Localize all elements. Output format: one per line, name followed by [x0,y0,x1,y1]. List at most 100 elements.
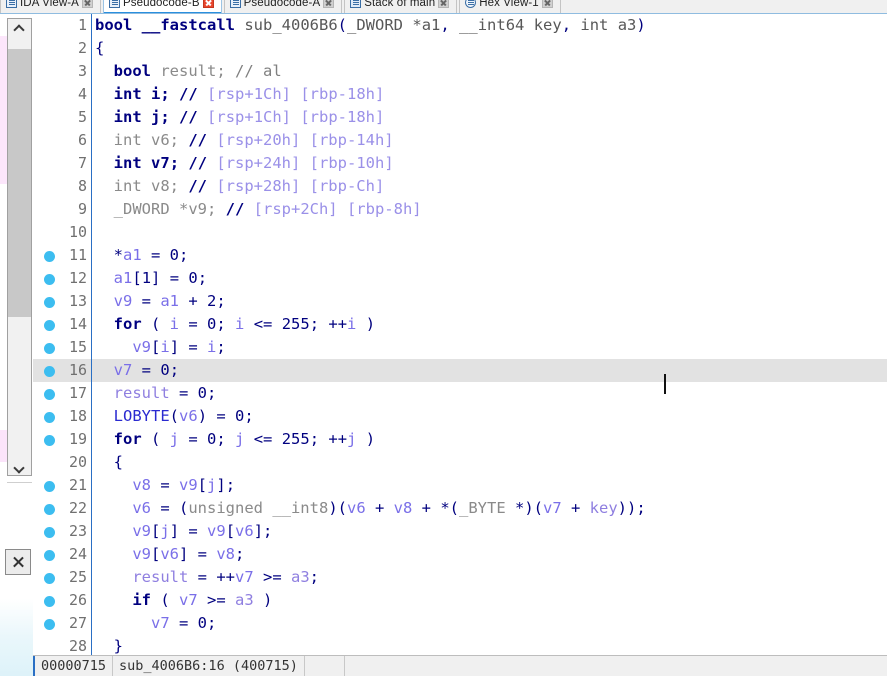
code-text[interactable]: bool __fastcall sub_4006B6(_DWORD *a1, _… [91,14,887,37]
view-tab-4[interactable]: Stack of main [344,0,458,13]
view-tab-2[interactable]: Pseudocode-B [102,0,222,13]
code-text[interactable]: result = ++v7 >= a3; [91,566,887,589]
code-text[interactable] [91,221,887,244]
scroll-down-button[interactable] [8,457,31,475]
code-text[interactable]: LOBYTE(v6) = 0; [91,405,887,428]
code-text[interactable]: for ( j = 0; j <= 255; ++j ) [91,428,887,451]
code-line[interactable]: 11 *a1 = 0; [33,244,887,267]
code-text[interactable]: int v6; // [rsp+20h] [rbp-14h] [91,129,887,152]
code-line[interactable]: 16 v7 = 0; [33,359,887,382]
code-line[interactable]: 8 int v8; // [rsp+28h] [rbp-Ch] [33,175,887,198]
breakpoint-icon[interactable] [44,435,55,446]
vertical-scrollbar[interactable] [7,18,32,476]
navigator-segment-4 [0,430,7,462]
code-line[interactable]: 2{ [33,37,887,60]
code-line[interactable]: 14 for ( i = 0; i <= 255; ++i ) [33,313,887,336]
scrollbar-thumb[interactable] [8,49,31,317]
code-line[interactable]: 22 v6 = (unsigned __int8)(v6 + v8 + *(_B… [33,497,887,520]
code-text[interactable]: int i; // [rsp+1Ch] [rbp-18h] [91,83,887,106]
breakpoint-icon[interactable] [44,389,55,400]
breakpoint-icon[interactable] [44,504,55,515]
code-text[interactable]: v6 = (unsigned __int8)(v6 + v8 + *(_BYTE… [91,497,887,520]
code-text[interactable]: { [91,37,887,60]
code-line[interactable]: 25 result = ++v7 >= a3; [33,566,887,589]
code-text[interactable]: _DWORD *v9; // [rsp+2Ch] [rbp-8h] [91,198,887,221]
close-icon-red[interactable] [202,0,214,8]
close-icon[interactable] [81,0,93,8]
breakpoint-icon[interactable] [44,596,55,607]
code-text[interactable]: a1[1] = 0; [91,267,887,290]
line-number: 17 [68,384,87,402]
breakpoint-icon[interactable] [44,527,55,538]
code-text[interactable]: result = 0; [91,382,887,405]
token-punc: = [132,292,161,310]
breakpoint-icon[interactable] [44,274,55,285]
code-text[interactable]: v7 = 0; [91,612,887,635]
token-kw: int [113,154,142,172]
close-panel-button[interactable] [5,549,31,575]
token-num: 0 [207,430,217,448]
code-line[interactable]: 28 } [33,635,887,655]
code-text[interactable]: *a1 = 0; [91,244,887,267]
breakpoint-icon[interactable] [44,573,55,584]
pseudocode-editor[interactable]: 1 bool __fastcall sub_4006B6(_DWORD *a1, … [33,14,887,655]
view-tab-5[interactable]: Hex View-1 [459,0,561,13]
code-text[interactable]: int j; // [rsp+1Ch] [rbp-18h] [91,106,887,129]
breakpoint-icon[interactable] [44,320,55,331]
code-line[interactable]: 17 result = 0; [33,382,887,405]
code-text[interactable]: int v7; // [rsp+24h] [rbp-10h] [91,152,887,175]
breakpoint-icon[interactable] [44,481,55,492]
token-punc: , [440,16,460,34]
close-icon[interactable] [438,0,450,8]
view-tab-1[interactable]: IDA View-A [0,0,101,13]
breakpoint-icon[interactable] [44,619,55,630]
code-text[interactable]: { [91,451,887,474]
code-text[interactable]: v9[v6] = v8; [91,543,887,566]
token-punc: + [561,499,590,517]
token-punc: + [365,499,394,517]
code-text[interactable]: int v8; // [rsp+28h] [rbp-Ch] [91,175,887,198]
token-punc: ] = [169,338,208,356]
code-line[interactable]: 23 v9[j] = v9[v6]; [33,520,887,543]
code-text[interactable]: v9[i] = i; [91,336,887,359]
code-text[interactable]: v9 = a1 + 2; [91,290,887,313]
breakpoint-icon[interactable] [44,550,55,561]
code-line[interactable]: 19 for ( j = 0; j <= 255; ++j ) [33,428,887,451]
code-text[interactable]: bool result; // al [91,60,887,83]
code-text[interactable]: if ( v7 >= a3 ) [91,589,887,612]
breakpoint-icon[interactable] [44,343,55,354]
code-line[interactable]: 5 int j; // [rsp+1Ch] [rbp-18h] [33,106,887,129]
code-line[interactable]: 4 int i; // [rsp+1Ch] [rbp-18h] [33,83,887,106]
code-text[interactable]: for ( i = 0; i <= 255; ++i ) [91,313,887,336]
breakpoint-icon[interactable] [44,297,55,308]
code-line[interactable]: 7 int v7; // [rsp+24h] [rbp-10h] [33,152,887,175]
code-line[interactable]: 21 v8 = v9[j]; [33,474,887,497]
breakpoint-icon[interactable] [44,412,55,423]
close-icon[interactable] [323,0,335,8]
code-text[interactable]: } [91,635,887,655]
code-line[interactable]: 27 v7 = 0; [33,612,887,635]
code-line[interactable]: 13 v9 = a1 + 2; [33,290,887,313]
code-line[interactable]: 3 bool result; // al [33,60,887,83]
code-text[interactable]: v8 = v9[j]; [91,474,887,497]
code-line[interactable]: 15 v9[i] = i; [33,336,887,359]
breakpoint-icon[interactable] [44,366,55,377]
close-icon[interactable] [541,0,553,8]
code-line[interactable]: 18 LOBYTE(v6) = 0; [33,405,887,428]
code-text[interactable]: v9[j] = v9[v6]; [91,520,887,543]
view-tab-3[interactable]: Pseudocode-A [223,0,343,13]
scroll-up-button[interactable] [8,19,31,37]
code-line[interactable]: 12 a1[1] = 0; [33,267,887,290]
code-line[interactable]: 10 [33,221,887,244]
code-line[interactable]: 1 bool __fastcall sub_4006B6(_DWORD *a1, … [33,14,887,37]
code-line[interactable]: 20 { [33,451,887,474]
code-line[interactable]: 6 int v6; // [rsp+20h] [rbp-14h] [33,129,887,152]
code-line[interactable]: 26 if ( v7 >= a3 ) [33,589,887,612]
code-line[interactable]: 9 _DWORD *v9; // [rsp+2Ch] [rbp-8h] [33,198,887,221]
code-text[interactable]: v7 = 0; [91,359,887,382]
token-punc: ]; [253,522,273,540]
code-line[interactable]: 24 v9[v6] = v8; [33,543,887,566]
breakpoint-icon[interactable] [44,251,55,262]
navigator-band[interactable] [0,14,7,469]
